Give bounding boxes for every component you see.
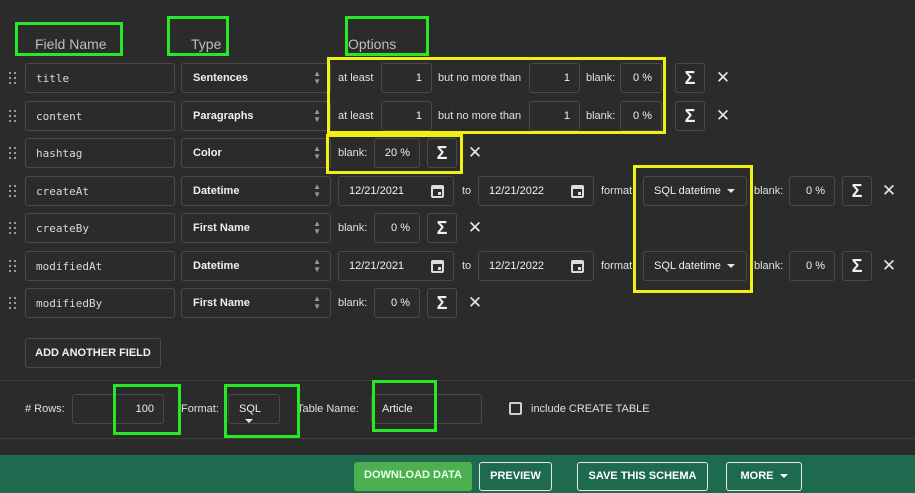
- sigma-button[interactable]: Σ: [675, 63, 705, 93]
- remove-field-icon[interactable]: ✕: [881, 181, 897, 201]
- select-arrows-icon: ▲ ▼: [313, 107, 321, 124]
- highlight-format: [224, 384, 300, 438]
- drag-handle-icon[interactable]: [8, 259, 18, 273]
- date-to-input[interactable]: 12/21/2022: [478, 176, 594, 206]
- field-row-modifiedby: modifiedBy First Name ▲ ▼ blank: 0 % Σ ✕: [0, 288, 915, 320]
- highlight-rows: [113, 384, 181, 435]
- remove-field-icon[interactable]: ✕: [715, 106, 731, 126]
- calendar-icon[interactable]: [571, 260, 584, 273]
- select-arrows-icon: ▲ ▼: [313, 69, 321, 86]
- highlight-datetime-format: [633, 165, 753, 293]
- blank-label: blank:: [754, 260, 784, 272]
- table-name-label: Table Name:: [297, 403, 359, 415]
- format-label: format:: [601, 260, 636, 272]
- preview-button[interactable]: PREVIEW: [479, 462, 552, 491]
- drag-handle-icon[interactable]: [8, 296, 18, 310]
- download-data-button[interactable]: DOWNLOAD DATA: [354, 462, 472, 491]
- field-type-select[interactable]: First Name ▲ ▼: [181, 288, 331, 318]
- highlight-count-options: [327, 57, 666, 134]
- remove-field-icon[interactable]: ✕: [715, 68, 731, 88]
- remove-field-icon[interactable]: ✕: [467, 218, 483, 238]
- sigma-button[interactable]: Σ: [675, 101, 705, 131]
- include-create-table-label: include CREATE TABLE: [531, 403, 650, 415]
- field-name-input[interactable]: hashtag: [25, 138, 175, 168]
- highlight-blank-option: [326, 134, 463, 174]
- date-from-value: 12/21/2021: [349, 185, 405, 197]
- field-name-input[interactable]: createBy: [25, 213, 175, 243]
- field-type-value: Paragraphs: [193, 110, 254, 122]
- format-label: format:: [601, 185, 636, 197]
- caret-down-icon: [779, 474, 788, 479]
- to-label: to: [462, 185, 472, 197]
- drag-handle-icon[interactable]: [8, 146, 18, 160]
- field-type-select[interactable]: Datetime ▲ ▼: [181, 251, 331, 281]
- field-type-select[interactable]: Datetime ▲ ▼: [181, 176, 331, 206]
- blank-input[interactable]: 0 %: [789, 251, 835, 281]
- field-name-input[interactable]: title: [25, 63, 175, 93]
- date-from-input[interactable]: 12/21/2021: [338, 176, 454, 206]
- divider: [0, 438, 915, 439]
- save-schema-button[interactable]: SAVE THIS SCHEMA: [577, 462, 708, 491]
- add-another-field-button[interactable]: ADD ANOTHER FIELD: [25, 338, 161, 368]
- rows-label: # Rows:: [25, 403, 65, 415]
- field-type-value: Sentences: [193, 72, 249, 84]
- select-arrows-icon: ▲ ▼: [313, 294, 321, 311]
- drag-handle-icon[interactable]: [8, 221, 18, 235]
- field-type-select[interactable]: First Name ▲ ▼: [181, 213, 331, 243]
- date-to-value: 12/21/2022: [489, 185, 545, 197]
- field-type-value: Datetime: [193, 185, 240, 197]
- field-row-modifiedat: modifiedAt Datetime ▲ ▼ 12/21/2021 to 12/2…: [0, 251, 915, 283]
- sigma-button[interactable]: Σ: [427, 288, 457, 318]
- highlight-field-name: [15, 22, 123, 56]
- sigma-button[interactable]: Σ: [842, 251, 872, 281]
- field-type-value: Color: [193, 147, 222, 159]
- remove-field-icon[interactable]: ✕: [881, 256, 897, 276]
- field-name-input[interactable]: modifiedAt: [25, 251, 175, 281]
- field-type-value: First Name: [193, 297, 250, 309]
- field-type-select[interactable]: Color ▲ ▼: [181, 138, 331, 168]
- date-to-value: 12/21/2022: [489, 260, 545, 272]
- field-name-input[interactable]: content: [25, 101, 175, 131]
- blank-input[interactable]: 0 %: [374, 288, 420, 318]
- date-from-value: 12/21/2021: [349, 260, 405, 272]
- blank-label: blank:: [338, 222, 368, 234]
- field-row-createat: createAt Datetime ▲ ▼ 12/21/2021 to 12/21/…: [0, 176, 915, 208]
- more-button[interactable]: MORE: [726, 462, 802, 491]
- drag-handle-icon[interactable]: [8, 109, 18, 123]
- highlight-type: [167, 16, 229, 56]
- sigma-button[interactable]: Σ: [427, 213, 457, 243]
- remove-field-icon[interactable]: ✕: [467, 293, 483, 313]
- to-label: to: [462, 260, 472, 272]
- blank-label: blank:: [754, 185, 784, 197]
- calendar-icon[interactable]: [431, 185, 444, 198]
- field-name-input[interactable]: modifiedBy: [25, 288, 175, 318]
- more-label: MORE: [740, 470, 774, 482]
- calendar-icon[interactable]: [431, 260, 444, 273]
- drag-handle-icon[interactable]: [8, 71, 18, 85]
- include-create-table-checkbox[interactable]: [509, 402, 522, 415]
- format-label: Format:: [181, 403, 219, 415]
- field-type-select[interactable]: Paragraphs ▲ ▼: [181, 101, 331, 131]
- date-to-input[interactable]: 12/21/2022: [478, 251, 594, 281]
- date-from-input[interactable]: 12/21/2021: [338, 251, 454, 281]
- field-row-createby: createBy First Name ▲ ▼ blank: 0 % Σ ✕: [0, 213, 915, 245]
- blank-label: blank:: [338, 297, 368, 309]
- highlight-table-name: [372, 380, 437, 432]
- field-type-value: First Name: [193, 222, 250, 234]
- field-name-input[interactable]: createAt: [25, 176, 175, 206]
- select-arrows-icon: ▲ ▼: [313, 257, 321, 274]
- highlight-options: [345, 16, 429, 56]
- remove-field-icon[interactable]: ✕: [467, 143, 483, 163]
- divider: [0, 380, 915, 381]
- blank-input[interactable]: 0 %: [789, 176, 835, 206]
- sigma-button[interactable]: Σ: [842, 176, 872, 206]
- blank-input[interactable]: 0 %: [374, 213, 420, 243]
- select-arrows-icon: ▲ ▼: [313, 182, 321, 199]
- calendar-icon[interactable]: [571, 185, 584, 198]
- select-arrows-icon: ▲ ▼: [313, 219, 321, 236]
- drag-handle-icon[interactable]: [8, 184, 18, 198]
- select-arrows-icon: ▲ ▼: [313, 144, 321, 161]
- field-type-value: Datetime: [193, 260, 240, 272]
- field-type-select[interactable]: Sentences ▲ ▼: [181, 63, 331, 93]
